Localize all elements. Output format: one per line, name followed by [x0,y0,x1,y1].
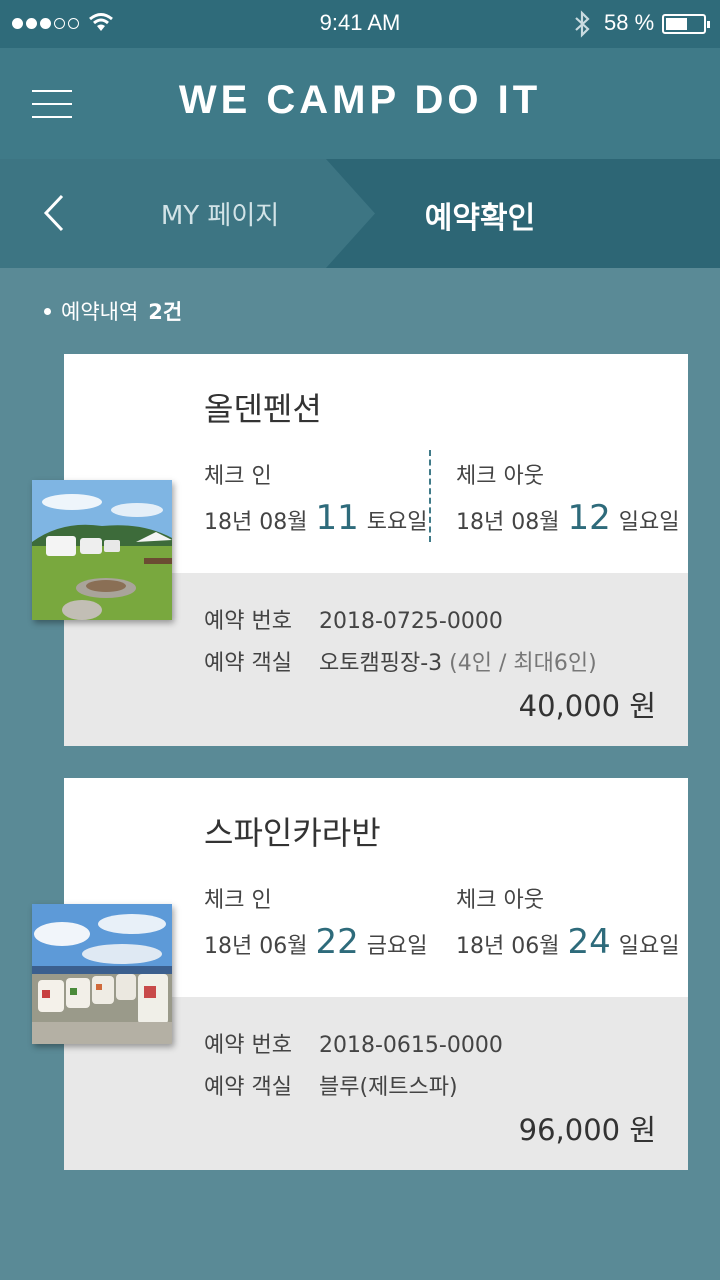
campsite-thumbnail[interactable] [32,480,172,620]
checkout-day: 12 [567,498,611,538]
status-bar: 9:41 AM 58 % [0,0,720,48]
checkin-date: 18년 06월 22 금요일 [204,922,427,962]
breadcrumb-my-page[interactable]: MY 페이지 [120,195,320,232]
battery-icon [662,14,710,34]
reservation-room-note: (4인 / 최대6인) [449,651,597,676]
checkout-date: 18년 08월 12 일요일 [456,498,679,538]
checkin-label: 체크 인 [204,888,272,913]
checkin-date: 18년 08월 11 토요일 [204,498,427,538]
checkin-day: 22 [315,922,359,962]
accommodation-name: 스파인카라반 [204,814,381,852]
reservation-number-row: 예약 번호 2018-0725-0000 [204,603,503,635]
accommodation-name: 올덴펜션 [204,390,322,428]
checkout-year-month: 18년 08월 [456,510,560,535]
checkout-label: 체크 아웃 [456,464,544,489]
reservation-room-label: 예약 객실 [204,651,292,676]
reservation-room-row: 예약 객실 오토캠핑장-3 (4인 / 최대6인) [204,645,597,677]
checkin-day: 11 [315,498,359,538]
reservation-number-row: 예약 번호 2018-0615-0000 [204,1027,503,1059]
checkout-year-month: 18년 06월 [456,934,560,959]
summary-label: 예약내역 [61,300,139,324]
battery-percent: 58 % [604,10,655,35]
reservation-number: 2018-0615-0000 [319,1033,503,1058]
page-title: 예약확인 [424,201,536,236]
checkout-weekday: 일요일 [618,934,680,959]
back-chevron-icon[interactable] [40,193,70,233]
checkout-label: 체크 아웃 [456,888,544,913]
checkin-year-month: 18년 08월 [204,510,308,535]
checkin-weekday: 토요일 [366,510,428,535]
app-header: WE CAMP DO IT [0,48,720,159]
caravan-thumbnail[interactable] [32,904,172,1044]
summary-count: 2건 [148,300,183,324]
bullet-icon [44,307,51,315]
checkin-label: 체크 인 [204,464,272,489]
reservation-number-label: 예약 번호 [204,609,292,634]
checkout-day: 24 [567,922,611,962]
reservation-price: 96,000 원 [518,1113,656,1147]
reservation-room-row: 예약 객실 블루(제트스파) [204,1069,458,1101]
reservation-room: 오토캠핑장-3 [319,651,443,676]
brand-title: WE CAMP DO IT [178,78,542,122]
date-divider [429,450,431,542]
checkin-weekday: 금요일 [366,934,428,959]
checkout-weekday: 일요일 [618,510,680,535]
breadcrumb: MY 페이지 예약확인 [0,159,720,268]
reservation-number-label: 예약 번호 [204,1033,292,1058]
reservation-number: 2018-0725-0000 [319,609,503,634]
reservation-room-label: 예약 객실 [204,1075,292,1100]
bluetooth-icon [575,10,590,38]
checkout-date: 18년 06월 24 일요일 [456,922,679,962]
reservation-summary: 예약내역 2건 [44,296,182,326]
reservation-price: 40,000 원 [518,689,656,723]
reservation-room: 블루(제트스파) [319,1075,458,1100]
checkin-year-month: 18년 06월 [204,934,308,959]
